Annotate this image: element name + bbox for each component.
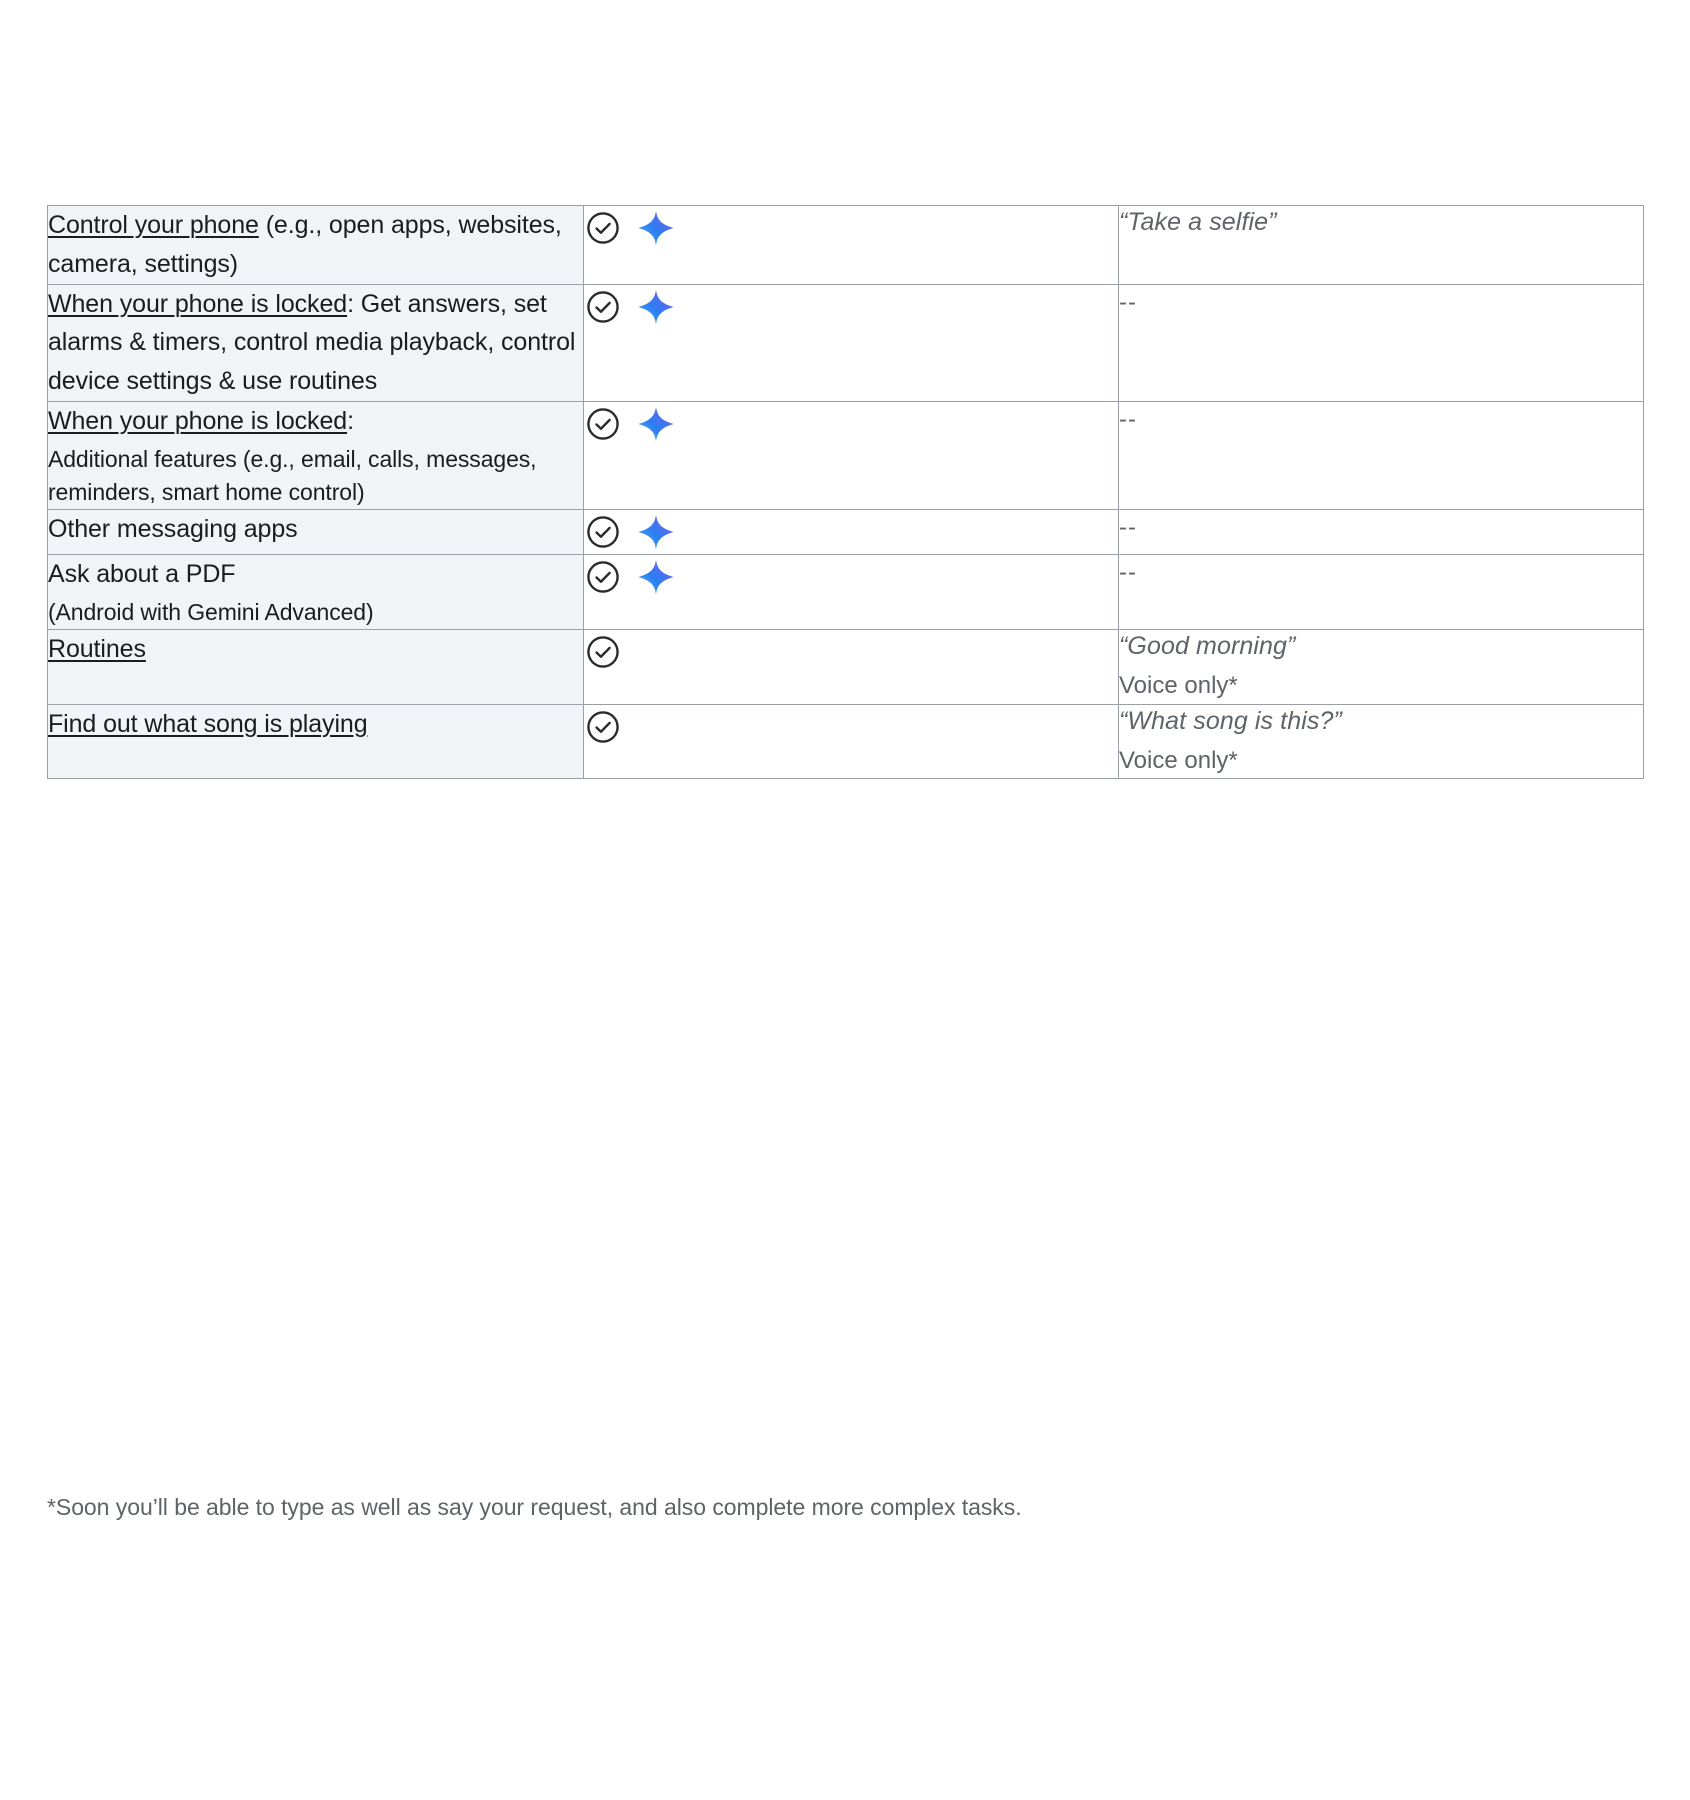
compatibility-table-page: Control your phone (e.g., open apps, web… xyxy=(0,0,1690,1800)
feature-text: Ask about a PDF xyxy=(48,560,236,589)
feature-cell: When your phone is locked: Additional fea… xyxy=(47,400,584,511)
table-body: Control your phone (e.g., open apps, web… xyxy=(47,205,1644,780)
feature-text: : xyxy=(347,406,354,435)
support-icon-row xyxy=(584,555,1118,599)
example-cell: -- xyxy=(1118,283,1644,402)
example-quote: “Take a selfie” xyxy=(1119,208,1277,236)
gemini-sparkle-icon xyxy=(638,406,674,442)
example-cell: “Take a selfie” xyxy=(1118,205,1644,285)
example-empty-dash: -- xyxy=(1119,405,1137,433)
example-note: Voice only* xyxy=(1119,746,1238,774)
table-row: When your phone is locked: Get answers, … xyxy=(47,283,1644,402)
table-row: Other messaging apps -- xyxy=(47,509,1644,556)
example-empty-dash: -- xyxy=(1119,514,1137,542)
example-empty-dash: -- xyxy=(1119,559,1137,587)
support-icon-row xyxy=(584,510,1118,554)
example-cell: -- xyxy=(1118,509,1644,556)
table-row: Routines “Good morning” Voice only* xyxy=(47,629,1644,705)
table-row: Find out what song is playing “What song… xyxy=(47,703,1644,780)
feature-cell: Ask about a PDF (Android with Gemini Adva… xyxy=(47,554,584,631)
support-cell xyxy=(583,629,1119,705)
feature-comparison-table: Control your phone (e.g., open apps, web… xyxy=(47,205,1644,780)
check-circle-icon xyxy=(587,407,619,440)
feature-link[interactable]: Find out what song is playing xyxy=(48,710,368,738)
example-cell: -- xyxy=(1118,400,1644,511)
footnote-text: *Soon you’ll be able to type as well as … xyxy=(47,1494,1022,1520)
check-circle-icon xyxy=(587,636,619,669)
support-icon-row xyxy=(584,285,1118,329)
gemini-sparkle-icon xyxy=(638,288,674,325)
feature-cell: Find out what song is playing xyxy=(47,703,584,780)
example-cell: -- xyxy=(1118,554,1644,631)
support-cell xyxy=(583,400,1119,511)
feature-cell: Routines xyxy=(47,629,584,705)
check-circle-icon xyxy=(587,212,619,244)
support-cell xyxy=(583,703,1119,780)
feature-comparison-table-wrapper: Control your phone (e.g., open apps, web… xyxy=(47,205,1644,780)
check-circle-icon xyxy=(587,516,619,548)
feature-subtext: Additional features (e.g., email, calls,… xyxy=(48,445,537,505)
example-empty-dash: -- xyxy=(1119,288,1137,316)
table-row: Control your phone (e.g., open apps, web… xyxy=(47,205,1644,285)
example-cell: “Good morning” Voice only* xyxy=(1118,629,1644,705)
feature-text: Other messaging apps xyxy=(48,515,298,544)
support-icon-row xyxy=(584,206,1118,250)
check-circle-icon xyxy=(587,561,619,593)
feature-subtext: (Android with Gemini Advanced) xyxy=(48,598,374,625)
feature-link[interactable]: Routines xyxy=(48,635,146,663)
feature-link[interactable]: When your phone is locked xyxy=(48,407,347,435)
feature-link[interactable]: Control your phone xyxy=(48,211,259,239)
feature-link[interactable]: When your phone is locked xyxy=(48,290,347,318)
check-circle-icon xyxy=(587,711,619,743)
support-icon-row xyxy=(584,705,1118,749)
example-cell: “What song is this?” Voice only* xyxy=(1118,703,1644,780)
example-quote: “What song is this?” xyxy=(1119,706,1342,735)
support-cell xyxy=(583,283,1119,402)
gemini-sparkle-icon xyxy=(638,559,674,595)
support-cell xyxy=(583,554,1119,631)
feature-cell: Control your phone (e.g., open apps, web… xyxy=(47,205,584,285)
feature-cell: Other messaging apps xyxy=(47,509,584,556)
support-cell xyxy=(583,205,1119,285)
support-icon-row xyxy=(584,402,1118,446)
example-note: Voice only* xyxy=(1119,672,1238,700)
check-circle-icon xyxy=(587,290,619,323)
feature-cell: When your phone is locked: Get answers, … xyxy=(47,283,584,402)
support-icon-row xyxy=(584,630,1118,674)
gemini-sparkle-icon xyxy=(638,514,674,550)
support-cell xyxy=(583,509,1119,556)
table-row: When your phone is locked: Additional fea… xyxy=(47,400,1644,511)
example-quote: “Good morning” xyxy=(1119,632,1296,661)
gemini-sparkle-icon xyxy=(638,210,674,246)
table-row: Ask about a PDF (Android with Gemini Adva… xyxy=(47,554,1644,631)
